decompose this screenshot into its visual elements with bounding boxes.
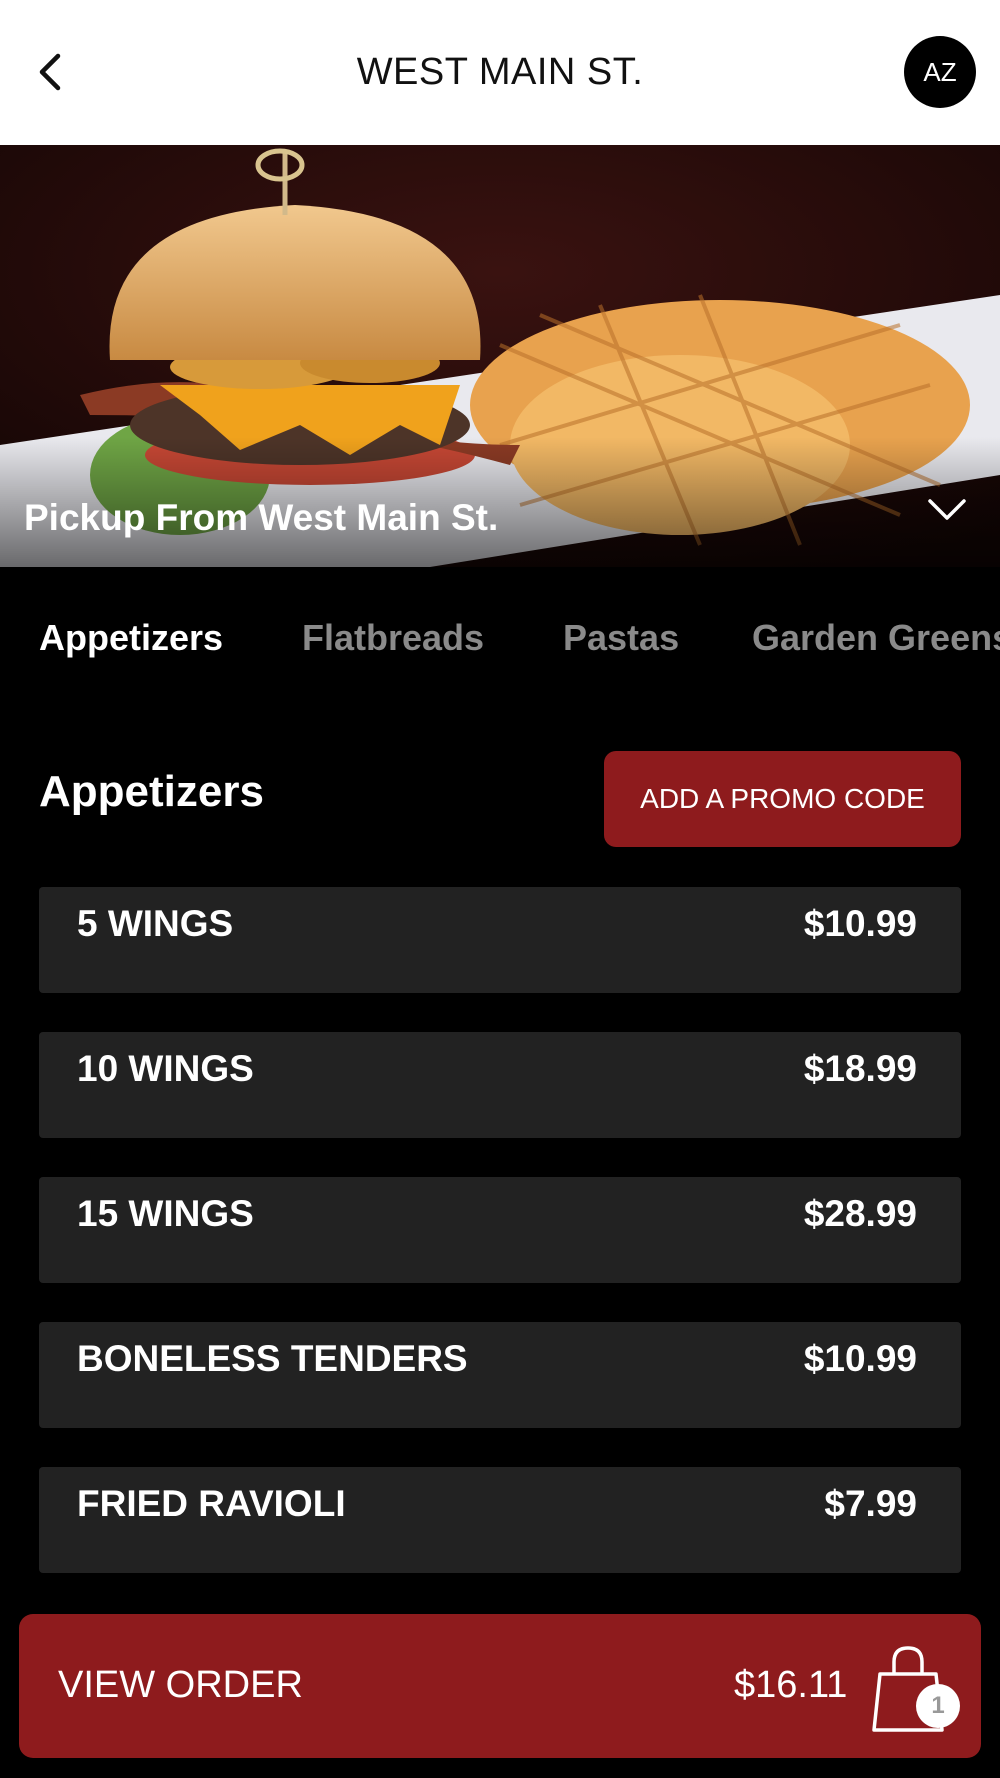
menu-item-price: $10.99: [803, 903, 917, 944]
back-button[interactable]: [24, 42, 74, 102]
menu-item[interactable]: FRIED RAVIOLI $7.99: [39, 1467, 961, 1573]
view-order-button[interactable]: VIEW ORDER $16.11 1: [19, 1614, 981, 1758]
menu-item-price: $7.99: [824, 1483, 917, 1524]
menu-item[interactable]: 10 WINGS $18.99: [39, 1032, 961, 1138]
chevron-down-icon[interactable]: [922, 485, 972, 535]
order-total: $16.11: [734, 1664, 848, 1706]
menu-item-name: 15 WINGS: [77, 1193, 254, 1234]
category-tabs: Appetizers Flatbreads Pastas Garden Gree…: [0, 567, 1000, 707]
menu-item-price: $10.99: [803, 1338, 917, 1379]
tab-appetizers[interactable]: Appetizers: [39, 617, 223, 659]
hero-banner[interactable]: Pickup From West Main St.: [0, 145, 1000, 567]
chevron-left-icon: [39, 53, 61, 91]
pickup-location-label: Pickup From West Main St.: [24, 497, 499, 538]
avatar-button[interactable]: AZ: [904, 36, 976, 108]
view-order-label: VIEW ORDER: [58, 1664, 303, 1706]
tab-flatbreads[interactable]: Flatbreads: [302, 617, 484, 659]
cart-count-badge: 1: [916, 1684, 960, 1728]
tab-garden-greens[interactable]: Garden Greens: [752, 617, 1000, 659]
tab-pastas[interactable]: Pastas: [563, 617, 679, 659]
top-bar: WEST MAIN ST. AZ: [0, 0, 1000, 145]
add-promo-code-button[interactable]: ADD A PROMO CODE: [604, 751, 961, 847]
menu-item[interactable]: 15 WINGS $28.99: [39, 1177, 961, 1283]
menu-item-name: BONELESS TENDERS: [77, 1338, 468, 1379]
menu-item-name: 10 WINGS: [77, 1048, 254, 1089]
menu-item-price: $28.99: [803, 1193, 917, 1234]
section-title: Appetizers: [39, 767, 264, 816]
menu-item-price: $18.99: [803, 1048, 917, 1089]
menu-item[interactable]: 5 WINGS $10.99: [39, 887, 961, 993]
store-title: WEST MAIN ST.: [356, 51, 644, 93]
menu-item-name: FRIED RAVIOLI: [77, 1483, 346, 1524]
menu-item[interactable]: BONELESS TENDERS $10.99: [39, 1322, 961, 1428]
menu-item-name: 5 WINGS: [77, 903, 234, 944]
